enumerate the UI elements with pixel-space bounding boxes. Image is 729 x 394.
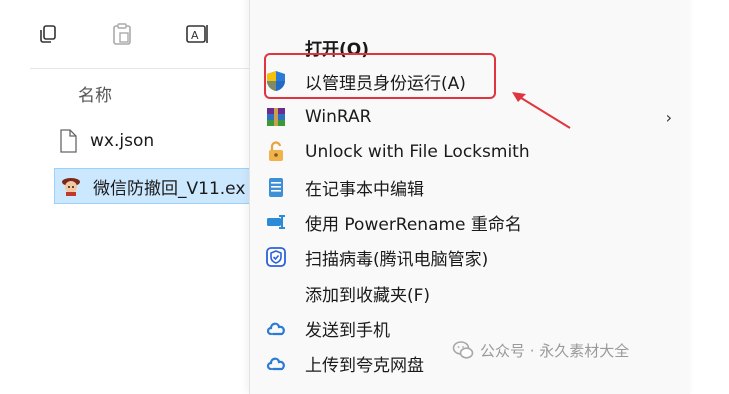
- submenu-arrow-icon: ›: [665, 107, 672, 127]
- wechat-icon: [452, 341, 474, 359]
- copy-icon[interactable]: [34, 20, 62, 48]
- annotation-highlight-box: [264, 53, 496, 99]
- document-icon: [56, 128, 80, 154]
- powerrename-icon: [264, 210, 288, 234]
- menu-item-label: Unlock with File Locksmith: [305, 142, 530, 162]
- watermark-text: 公众号 · 永久素材大全: [480, 341, 630, 360]
- cloud-icon: [264, 351, 288, 375]
- paste-icon[interactable]: [108, 20, 136, 48]
- svg-text:A: A: [191, 29, 199, 42]
- menu-item-file-locksmith[interactable]: Unlock with File Locksmith: [250, 135, 690, 169]
- winrar-icon: [264, 105, 288, 129]
- column-header-name[interactable]: 名称: [78, 81, 112, 106]
- menu-item-add-favorites[interactable]: 添加到收藏夹(F): [250, 276, 690, 310]
- menu-item-winrar[interactable]: WinRAR ›: [250, 100, 690, 134]
- file-row[interactable]: wx.json: [56, 124, 154, 158]
- menu-item-label: 在记事本中编辑: [305, 179, 424, 200]
- menu-item-virus-scan[interactable]: 扫描病毒(腾讯电脑管家): [250, 240, 690, 274]
- annotation-arrow-icon: [512, 92, 571, 129]
- menu-item-label: 添加到收藏夹(F): [305, 285, 431, 306]
- shield-check-icon: [264, 245, 288, 269]
- notepad-icon: [264, 175, 288, 199]
- app-icon: [59, 173, 83, 199]
- cloud-icon: [264, 316, 288, 340]
- rename-icon[interactable]: A: [184, 20, 212, 48]
- menu-item-label: WinRAR: [305, 107, 372, 127]
- menu-item-label: 扫描病毒(腾讯电脑管家): [305, 249, 489, 270]
- lock-icon: [264, 140, 288, 164]
- menu-item-label: 发送到手机: [305, 320, 390, 341]
- file-name: 微信防撤回_V11.ex: [93, 178, 246, 199]
- file-row-selected[interactable]: 微信防撤回_V11.ex: [54, 168, 256, 204]
- menu-item-powerrename[interactable]: 使用 PowerRename 重命名: [250, 205, 690, 239]
- file-name: wx.json: [90, 131, 155, 151]
- watermark: 公众号 · 永久素材大全: [452, 336, 629, 364]
- menu-item-label: 使用 PowerRename 重命名: [305, 214, 522, 235]
- menu-item-label: 上传到夸克网盘: [305, 355, 424, 376]
- toolbar-separator: [30, 68, 250, 69]
- menu-item-notepad[interactable]: 在记事本中编辑: [250, 170, 690, 204]
